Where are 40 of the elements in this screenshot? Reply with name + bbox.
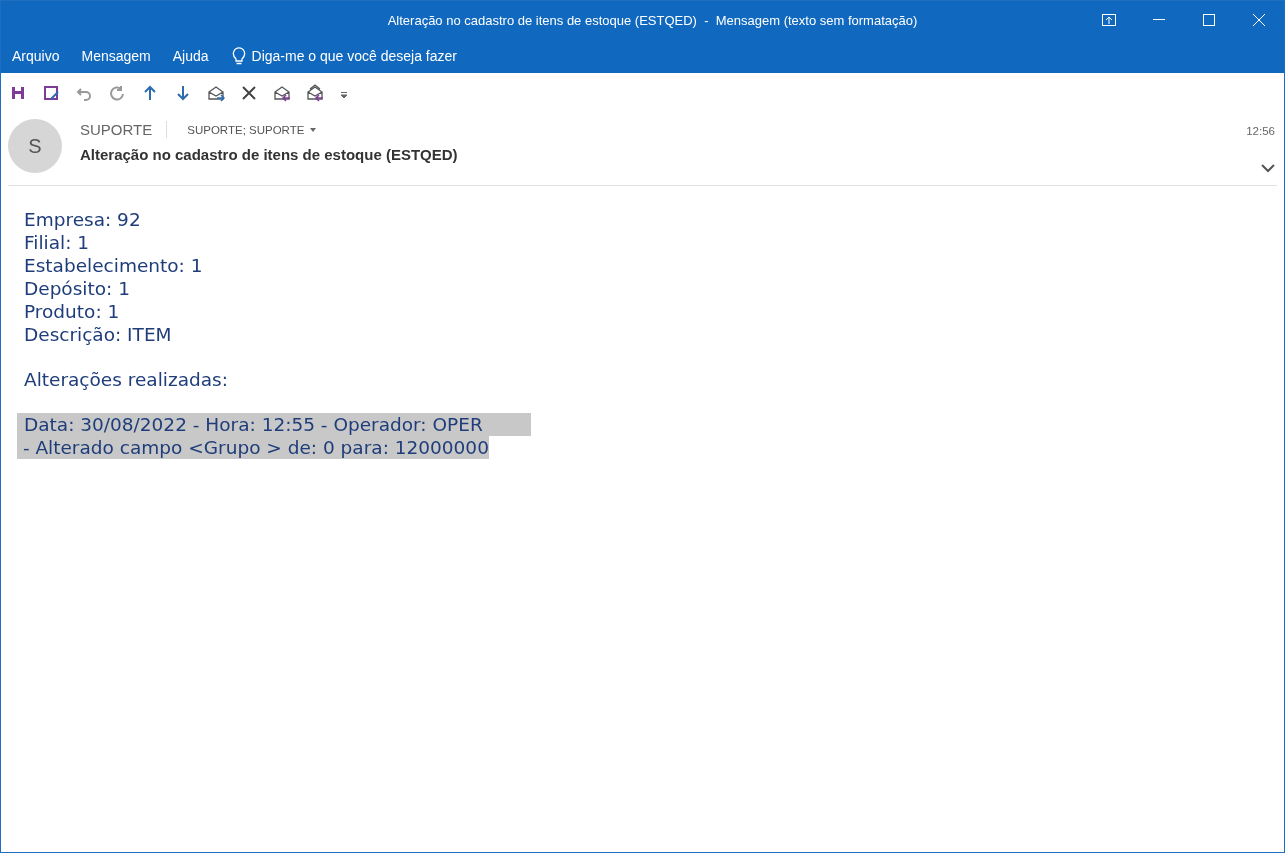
reply-all-envelope-button[interactable] (306, 84, 324, 102)
save-as-icon (42, 84, 60, 102)
minimize-icon (1153, 19, 1165, 21)
message-line: Empresa: 92 (23, 208, 141, 231)
tell-me-field[interactable]: Diga-me o que você deseja fazer (231, 47, 514, 65)
message-subject: Alteração no cadastro de itens de estoque (ESTQED) (80, 146, 459, 163)
message-line: Alterações realizadas: (23, 368, 228, 391)
avatar: S (8, 119, 62, 173)
menu-item[interactable]: Ajuda (161, 48, 220, 64)
forward-envelope-icon (207, 84, 225, 102)
reply-all-envelope-icon (306, 84, 324, 102)
menu-item[interactable]: Arquivo (1, 48, 71, 64)
reply-envelope-button[interactable] (273, 84, 291, 102)
delete-icon (240, 84, 258, 102)
close-icon (1253, 14, 1265, 26)
message-time: 12:56 (1246, 125, 1275, 137)
dropdown-icon (341, 91, 347, 98)
caret-icon (310, 127, 317, 132)
down-arrow-icon (174, 84, 192, 102)
message-line: Produto: 1 (23, 300, 120, 323)
sender-name: SUPORTE (80, 121, 168, 138)
down-arrow-button[interactable] (174, 84, 192, 102)
reply-envelope-icon (273, 84, 291, 102)
menu-item[interactable]: Mensagem (70, 48, 162, 64)
save-as-button[interactable] (42, 84, 60, 102)
lightbulb-icon (231, 47, 246, 65)
redo-icon (108, 84, 126, 102)
message-line: Depósito: 1 (23, 277, 130, 300)
recipients-dropdown[interactable]: SUPORTE; SUPORTE (187, 123, 317, 136)
window-title: Alteração no cadastro de itens de estoque (ESTQED) - Mensagem (texto sem formatação) (386, 12, 919, 28)
delete-button[interactable] (240, 84, 258, 102)
redo-button[interactable] (108, 84, 126, 102)
forward-envelope-button[interactable] (207, 84, 225, 102)
message-line: Estabelecimento: 1 (23, 254, 203, 277)
message-line: Descrição: ITEM (23, 323, 172, 346)
expand-header-button[interactable] (1261, 164, 1275, 173)
message-line: Filial: 1 (23, 231, 90, 254)
ribbon-display-icon (1102, 14, 1116, 26)
maximize-icon (1203, 14, 1215, 26)
chevron-down-icon (1261, 164, 1275, 173)
